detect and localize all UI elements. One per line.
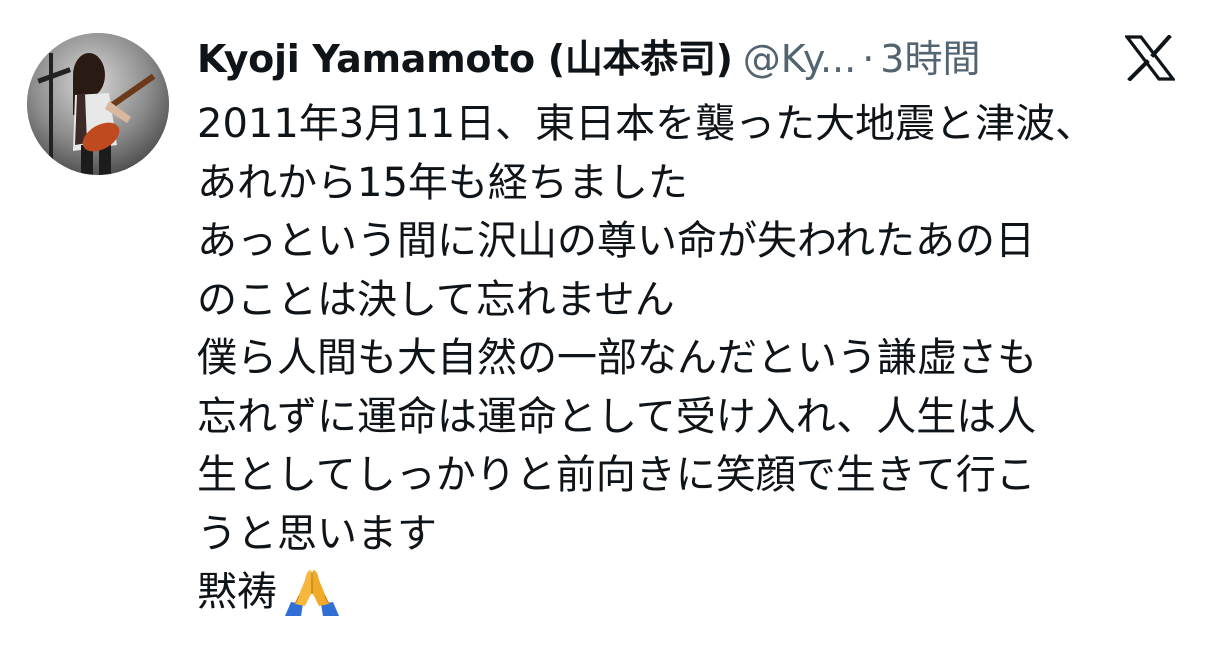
tweet-line: 生としてしっかりと前向きに笑顔で生きて行こ (197, 452, 1036, 498)
tweet-text: 2011年3月11日、東日本を襲った大地震と津波、 あれから15年も経ちました … (197, 95, 1187, 622)
separator-dot: · (862, 37, 875, 81)
x-logo-icon (1123, 34, 1177, 82)
tweet-line: あっという間に沢山の尊い命が失われたあの日 (197, 218, 1035, 264)
avatar-guitarist-photo (27, 33, 169, 175)
tweet-line-text: 黙祷 (197, 569, 277, 615)
folded-hands-icon (281, 566, 343, 618)
tweet-header: Kyoji Yamamoto (山本恭司) @Ky... · 3時間 (197, 30, 980, 88)
tweet-line: うと思います (197, 510, 437, 557)
tweet-line: 2011年3月11日、東日本を襲った大地震と津波、 (197, 101, 1096, 147)
tweet-line: 忘れずに運命は運命として受け入れ、人生は人 (197, 393, 1037, 440)
tweet-line: 僕ら人間も大自然の一部なんだという謙虚さも (197, 335, 1037, 381)
post-timestamp[interactable]: 3時間 (880, 30, 980, 88)
tweet-last-line: 黙祷 (197, 563, 1187, 622)
avatar[interactable] (27, 33, 169, 175)
tweet-line: のことは決して忘れません (197, 276, 675, 323)
tweet-line: あれから15年も経ちました (197, 159, 688, 206)
author-handle[interactable]: @Ky... (743, 30, 856, 88)
author-display-name[interactable]: Kyoji Yamamoto (山本恭司) (197, 30, 733, 88)
